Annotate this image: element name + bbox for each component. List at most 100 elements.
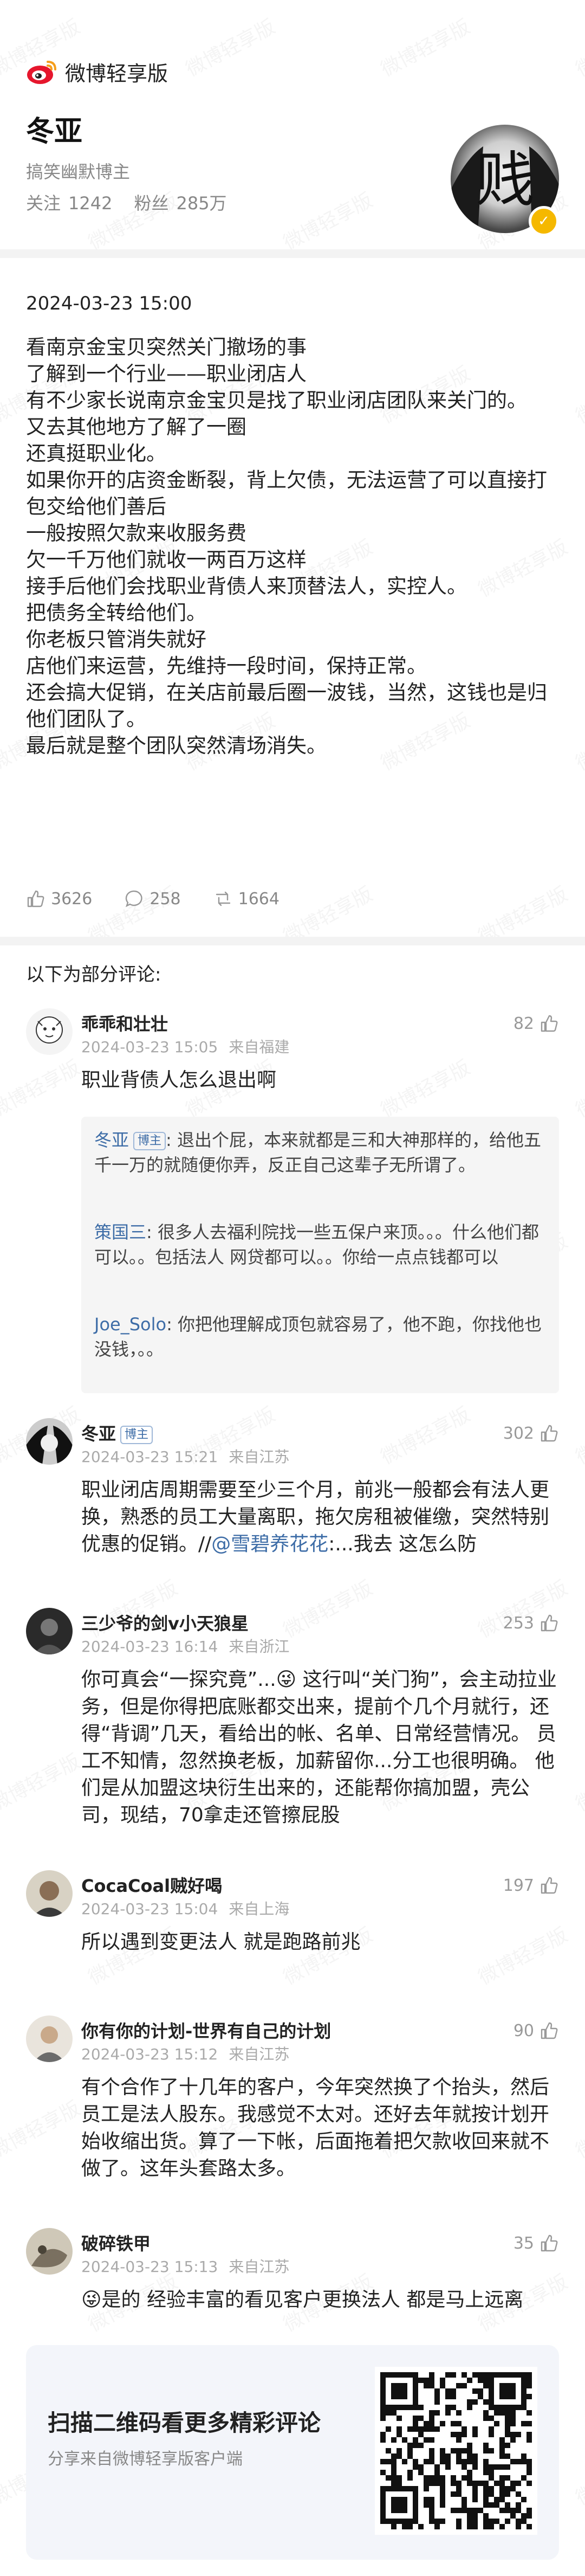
comment-like-button[interactable]: 90 <box>514 2021 559 2040</box>
watermark-text: 微博轻享版 <box>570 2440 585 2510</box>
comment-like-button[interactable]: 302 <box>503 1424 559 1443</box>
comment-time: 2024-03-23 16:14 <box>81 1638 218 1656</box>
watermark-text: 微博轻享版 <box>570 705 585 776</box>
like-count: 3626 <box>51 889 93 909</box>
watermark-text: 微博轻享版 <box>180 11 279 82</box>
user-name[interactable]: 冬亚 <box>26 108 82 149</box>
fans-stat[interactable]: 粉丝 285万 <box>134 190 226 215</box>
comment-item: 冬亚 博主 2024-03-23 15:21 来自江苏 302 职业闭店周期需要至少… <box>26 1418 559 1602</box>
post-line: 看南京金宝贝突然关门撤场的事 <box>26 336 307 359</box>
comment-item: 乖乖和壮壮 2024-03-23 15:05 来自福建 82 职业背债人怎么退出啊… <box>26 1008 559 1399</box>
profile-header: 冬亚 搞笑幽默博主 关注 1242 粉丝 285万 贱 ✓ <box>26 108 559 236</box>
post-line: 一般按照欠款来收服务费 <box>26 521 246 545</box>
avatar-character: 贱 <box>475 145 535 215</box>
commenter-avatar[interactable] <box>26 1870 73 1917</box>
thumbs-up-icon <box>541 1425 558 1442</box>
repost-button[interactable]: 1664 <box>213 889 280 909</box>
comment-time: 2024-03-23 15:05 <box>81 1038 218 1056</box>
comment-like-button[interactable]: 197 <box>503 1876 559 1895</box>
reply-item: 策国三: 很多人去福利院找一些五保户来顶。。。什么他们都可以。。包括法人 网贷都… <box>94 1220 549 1270</box>
comment-like-count: 90 <box>513 2021 534 2040</box>
post-line: 还真挺职业化。 <box>26 442 166 465</box>
comment-meta: 2024-03-23 15:21 来自江苏 <box>81 1445 289 1467</box>
comment-button[interactable]: 258 <box>125 889 181 909</box>
watermark-text: 微博轻享版 <box>570 1399 585 1470</box>
post-actions: 3626 258 1664 <box>26 889 280 909</box>
user-stats: 关注 1242 粉丝 285万 <box>26 190 227 215</box>
commenter-avatar[interactable] <box>26 1608 73 1654</box>
comment-time: 2024-03-23 15:12 <box>81 2045 218 2063</box>
comment-text: 😜是的 经验丰富的看见客户更换法人 都是马上远离 <box>81 2289 524 2311</box>
watermark-text: 微博轻享版 <box>570 11 585 82</box>
like-button[interactable]: 3626 <box>26 889 92 909</box>
author-badge: 博主 <box>120 1426 153 1444</box>
reply-author: 策国三 <box>94 1222 147 1242</box>
qr-share-card[interactable]: 扫描二维码看更多精彩评论 分享来自微博轻享版客户端 <box>26 2345 559 2560</box>
post-line: 有不少家长说南京金宝贝是找了职业闭店团队来关门的。 <box>26 389 527 412</box>
comment-item: 破碎铁甲 2024-03-23 15:13 来自江苏 35 😜是的 经验丰富的看见… <box>26 2228 559 2336</box>
repost-count: 1664 <box>238 889 280 909</box>
comment-item: CocaCoal贼好喝 2024-03-23 15:04 来自上海 197 所以遇… <box>26 1870 559 1989</box>
post-time: 2024-03-23 15:00 <box>26 293 192 314</box>
follow-stat[interactable]: 关注 1242 <box>26 190 112 215</box>
weibo-logo-icon <box>27 61 56 84</box>
comment-like-count: 253 <box>503 1613 534 1633</box>
verified-badge-icon: ✓ <box>529 206 559 236</box>
user-description: 搞笑幽默博主 <box>26 162 131 182</box>
thumbs-up-icon <box>541 1015 558 1032</box>
comment-location: 来自上海 <box>229 1900 290 1918</box>
post-line: 如果你开的店资金断裂，背上欠债，无法运营了可以直接打包交给他们善后 <box>26 468 547 518</box>
comment-like-button[interactable]: 35 <box>514 2233 559 2253</box>
commenter-name[interactable]: 你有你的计划-世界有自己的计划 <box>81 2018 331 2043</box>
comments-section-title: 以下为部分评论: <box>26 964 161 986</box>
comment-time: 2024-03-23 15:04 <box>81 1900 218 1918</box>
comment-like-button[interactable]: 253 <box>503 1613 559 1633</box>
thumbs-up-icon <box>541 2234 558 2252</box>
comment-item: 你有你的计划-世界有自己的计划 2024-03-23 15:12 来自江苏 90 … <box>26 2015 559 2211</box>
post-line: 接手后他们会找职业背债人来顶替法人，实控人。 <box>26 575 467 598</box>
mention-link[interactable]: @雪碧养花花 <box>211 1533 328 1555</box>
watermark-text: 微博轻享版 <box>570 358 585 429</box>
commenter-avatar[interactable] <box>26 1008 73 1055</box>
comment-location: 来自江苏 <box>229 2258 290 2276</box>
post-line: 又去其他地方了解了一圈 <box>26 415 246 439</box>
commenter-name[interactable]: CocaCoal贼好喝 <box>81 1872 222 1897</box>
commenter-name[interactable]: 冬亚 博主 <box>81 1420 153 1445</box>
comment-text: 职业闭店周期需要至少三个月，前兆一般都会有法人更换，熟悉的员工大量离职，拖欠房租… <box>81 1479 550 1555</box>
post-line: 欠一千万他们就收一两百万这样 <box>26 548 307 571</box>
reply-author: 冬亚 <box>94 1130 129 1150</box>
thumbs-up-icon <box>541 1614 558 1632</box>
app-title: 微博轻享版 <box>65 61 168 86</box>
post-line: 了解到一个行业——职业闭店人 <box>26 362 307 385</box>
thumbs-up-icon <box>541 1877 558 1894</box>
commenter-avatar[interactable] <box>26 2015 73 2062</box>
comment-meta: 2024-03-23 15:13 来自江苏 <box>81 2255 289 2277</box>
commenter-avatar[interactable] <box>26 1418 73 1465</box>
qr-card-title: 扫描二维码看更多精彩评论 <box>48 2410 321 2436</box>
comment-like-count: 302 <box>503 1424 534 1443</box>
commenter-name[interactable]: 三少爷的剑v小天狼星 <box>81 1610 249 1635</box>
reply-list[interactable]: 冬亚 博主: 退出个屁，本来就都是三和大神那样的，给他五千一万的就随便你弄，反正自… <box>81 1117 559 1393</box>
qr-card-subtitle: 分享来自微博轻享版客户端 <box>48 2450 243 2469</box>
comment-location: 来自江苏 <box>229 1448 290 1466</box>
post-line: 最后就是整个团队突然清场消失。 <box>26 734 327 757</box>
comment-count: 258 <box>150 889 181 909</box>
post-line: 你老板只管消失就好 <box>26 628 206 651</box>
comment-icon <box>126 890 142 907</box>
comment-like-button[interactable]: 82 <box>514 1014 559 1033</box>
commenter-name[interactable]: 乖乖和壮壮 <box>81 1010 168 1035</box>
comment-like-count: 82 <box>513 1014 534 1033</box>
commenter-avatar[interactable] <box>26 2228 73 2275</box>
reply-item: 冬亚 博主: 退出个屁，本来就都是三和大神那样的，给他五千一万的就随便你弄，反正自… <box>94 1128 549 1177</box>
comment-text: 有个合作了十几年的客户，今年突然换了个抬头，然后员工是法人股东。我感觉不太对。还… <box>81 2076 550 2180</box>
comment-meta: 2024-03-23 15:05 来自福建 <box>81 1035 289 1057</box>
commenter-name[interactable]: 破碎铁甲 <box>81 2230 151 2255</box>
post-line: 店他们来运营，先维持一段时间，保持正常。 <box>26 654 427 678</box>
comment-time: 2024-03-23 15:13 <box>81 2258 218 2276</box>
qr-code-icon[interactable] <box>375 2367 537 2535</box>
watermark-text: 微博轻享版 <box>570 1052 585 1123</box>
comment-meta: 2024-03-23 16:14 来自浙江 <box>81 1635 289 1657</box>
thumbs-up-icon <box>541 2022 558 2039</box>
thumbs-up-icon <box>27 890 44 907</box>
comment-text: 你可真会“一探究竟”...😜 这行叫“关门狗”，会主动拉业务，但是你得把底账都交… <box>81 1669 557 1826</box>
